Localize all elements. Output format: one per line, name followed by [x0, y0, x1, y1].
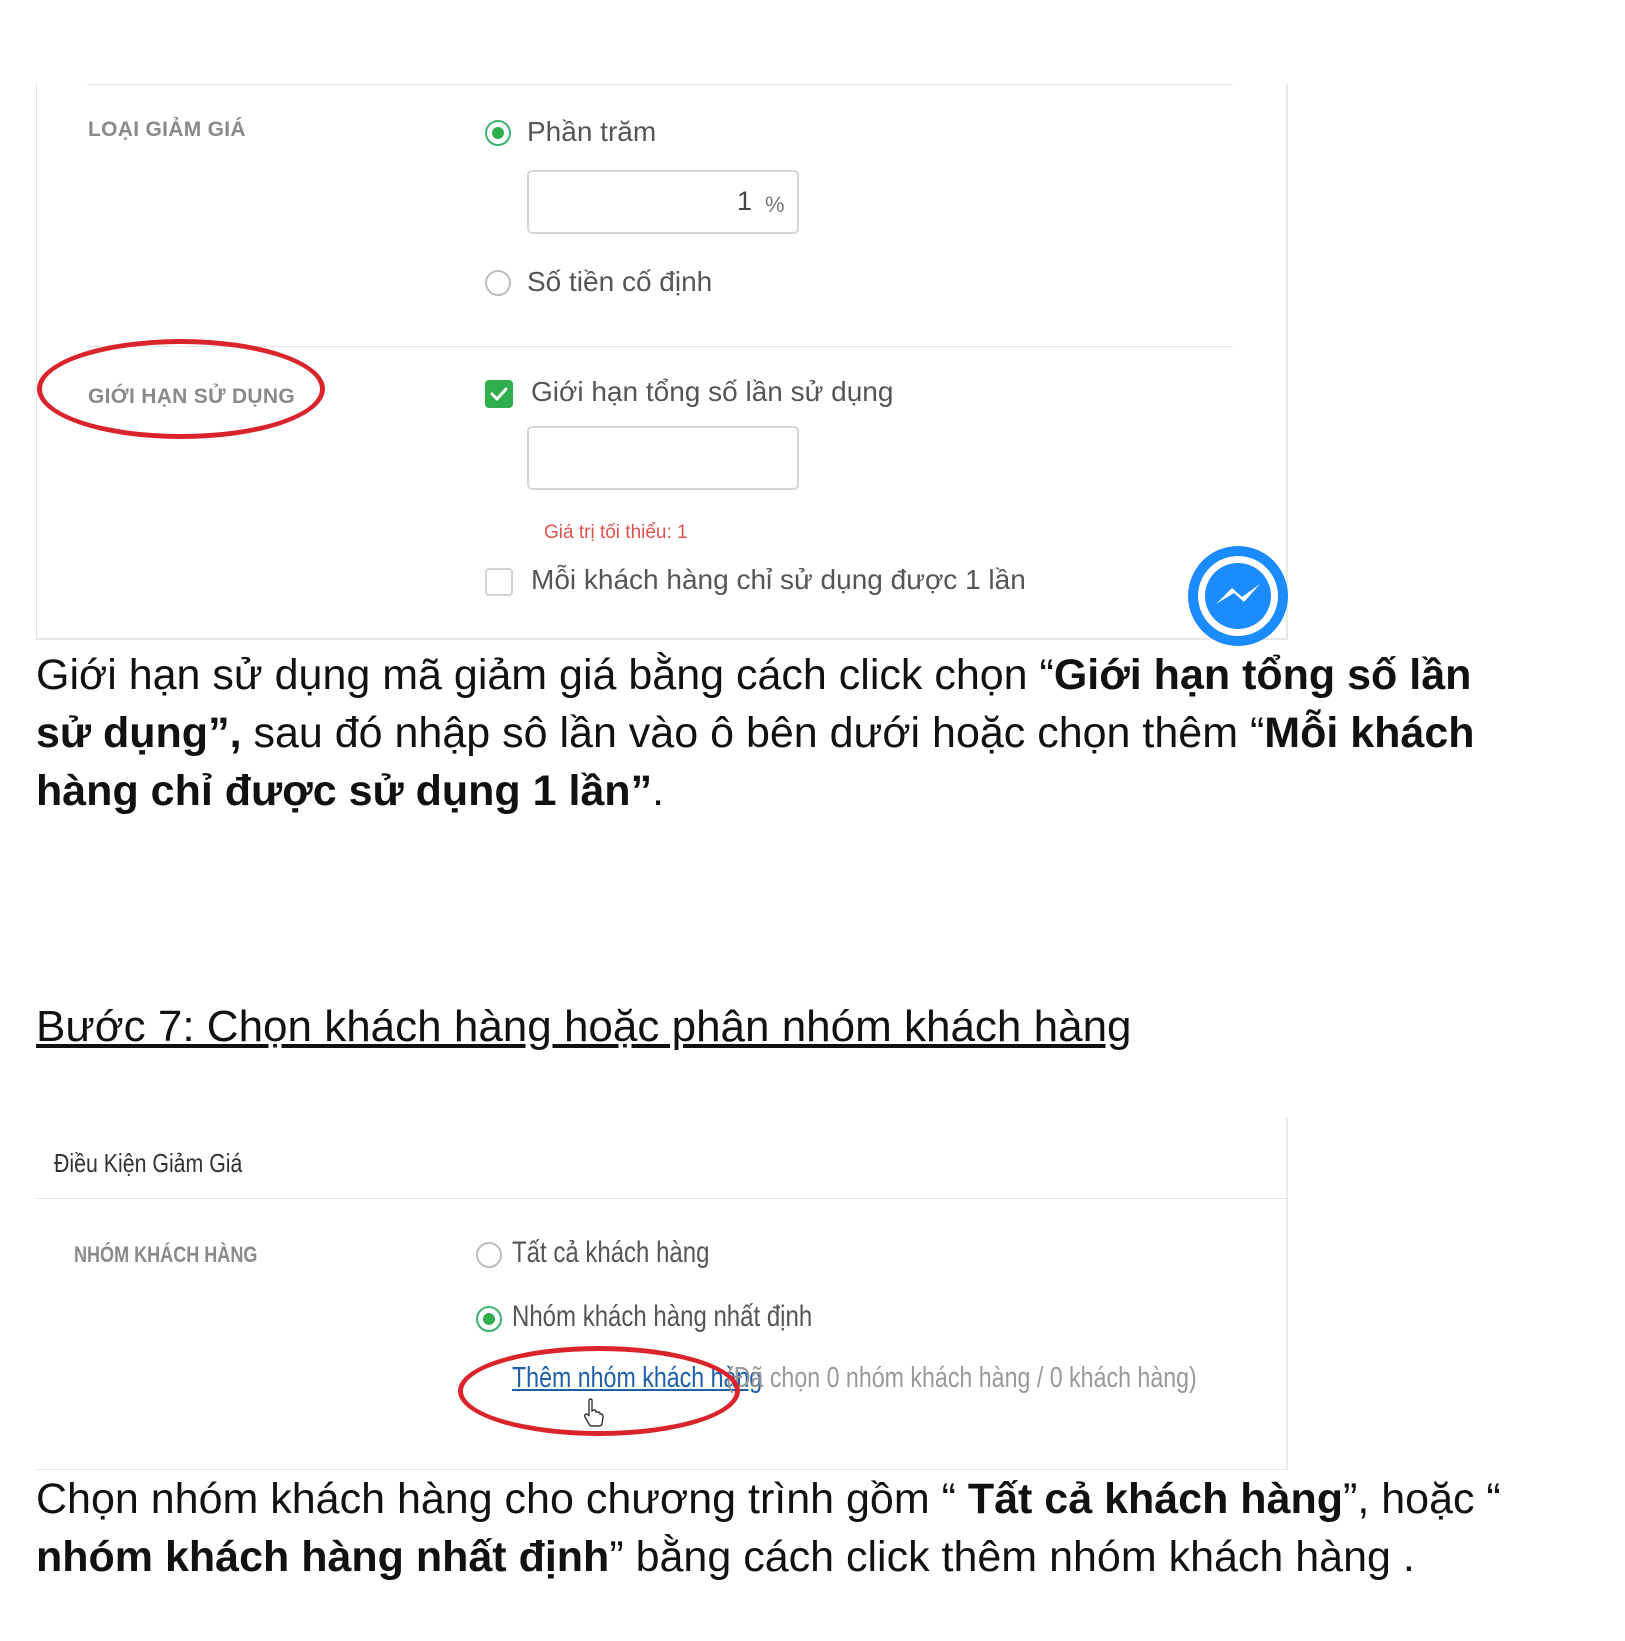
para1-bold-3: Mỗi khách	[1264, 709, 1475, 757]
step-7-heading: Bước 7: Chọn khách hàng hoặc phân nhóm k…	[36, 1002, 1132, 1051]
panel2-divider	[36, 1198, 1288, 1199]
all-customers-label: Tất cả khách hàng	[512, 1236, 710, 1269]
specific-group-label: Nhóm khách hàng nhất định	[512, 1300, 813, 1333]
top-divider	[87, 84, 1233, 85]
once-per-customer-label: Mỗi khách hàng chỉ sử dụng được 1 lần	[531, 564, 1026, 595]
para2-text-1: Chọn nhóm khách hàng cho chương trình gồ…	[36, 1475, 968, 1523]
fixed-amount-option-label: Số tiền cố định	[527, 266, 713, 297]
specific-group-radio[interactable]	[476, 1306, 502, 1332]
percent-option-label: Phần trăm	[527, 116, 657, 147]
panel2-title: Điều Kiện Giảm Giá	[54, 1148, 243, 1178]
para1-text-1: Giới hạn sử dụng mã giảm giá bằng cách c…	[36, 651, 1054, 699]
para1-bold-2: sử dụng”,	[36, 709, 242, 757]
hand-cursor-icon	[583, 1398, 604, 1427]
messenger-icon	[1198, 556, 1278, 636]
para1-text-2: sau đó nhập sô lần vào ô bên dưới hoặc c…	[241, 709, 1265, 757]
usage-limit-paragraph: Giới hạn sử dụng mã giảm giá bằng cách c…	[36, 646, 1596, 820]
discount-conditions-panel: Điều Kiện Giảm Giá NHÓM KHÁCH HÀNG Tất c…	[36, 1118, 1288, 1470]
discount-settings-panel: LOẠI GIẢM GIÁ Phần trăm 1 % Số tiền cố đ…	[36, 84, 1288, 640]
check-icon	[490, 387, 508, 401]
percent-value: 1	[737, 186, 753, 216]
limit-total-label: Giới hạn tổng số lần sử dụng	[531, 376, 894, 407]
percent-unit: %	[765, 192, 785, 217]
para1-bold-4: hàng chỉ được sử dụng 1 lần”	[36, 767, 653, 815]
discount-type-label: LOẠI GIẢM GIÁ	[88, 118, 246, 141]
para2-bold-2: nhóm khách hàng nhất định	[36, 1533, 610, 1581]
percent-input[interactable]: 1 %	[527, 170, 799, 234]
limit-total-checkbox[interactable]	[485, 380, 513, 408]
para1-text-3: .	[652, 767, 665, 815]
messenger-button[interactable]	[1188, 546, 1288, 646]
percent-radio[interactable]	[485, 120, 511, 146]
red-annotation-ellipse	[37, 339, 325, 439]
para2-bold-1: Tất cả khách hàng	[967, 1475, 1344, 1523]
all-customers-radio[interactable]	[476, 1242, 502, 1268]
para2-text-2: ”, hoặc “	[1343, 1475, 1501, 1523]
customer-group-label: NHÓM KHÁCH HÀNG	[74, 1242, 258, 1267]
customer-group-paragraph: Chọn nhóm khách hàng cho chương trình gồ…	[36, 1470, 1596, 1586]
fixed-amount-radio[interactable]	[485, 270, 511, 296]
once-per-customer-checkbox[interactable]	[485, 568, 513, 596]
para1-bold-1: Giới hạn tổng số lần	[1053, 651, 1472, 699]
para2-text-3: ” bằng cách click thêm nhóm khách hàng .	[609, 1533, 1415, 1581]
min-value-hint: Giá trị tối thiểu: 1	[544, 522, 688, 543]
limit-total-input[interactable]	[527, 426, 799, 490]
selected-count-note: (Đã chọn 0 nhóm khách hàng / 0 khách hàn…	[726, 1362, 1197, 1394]
